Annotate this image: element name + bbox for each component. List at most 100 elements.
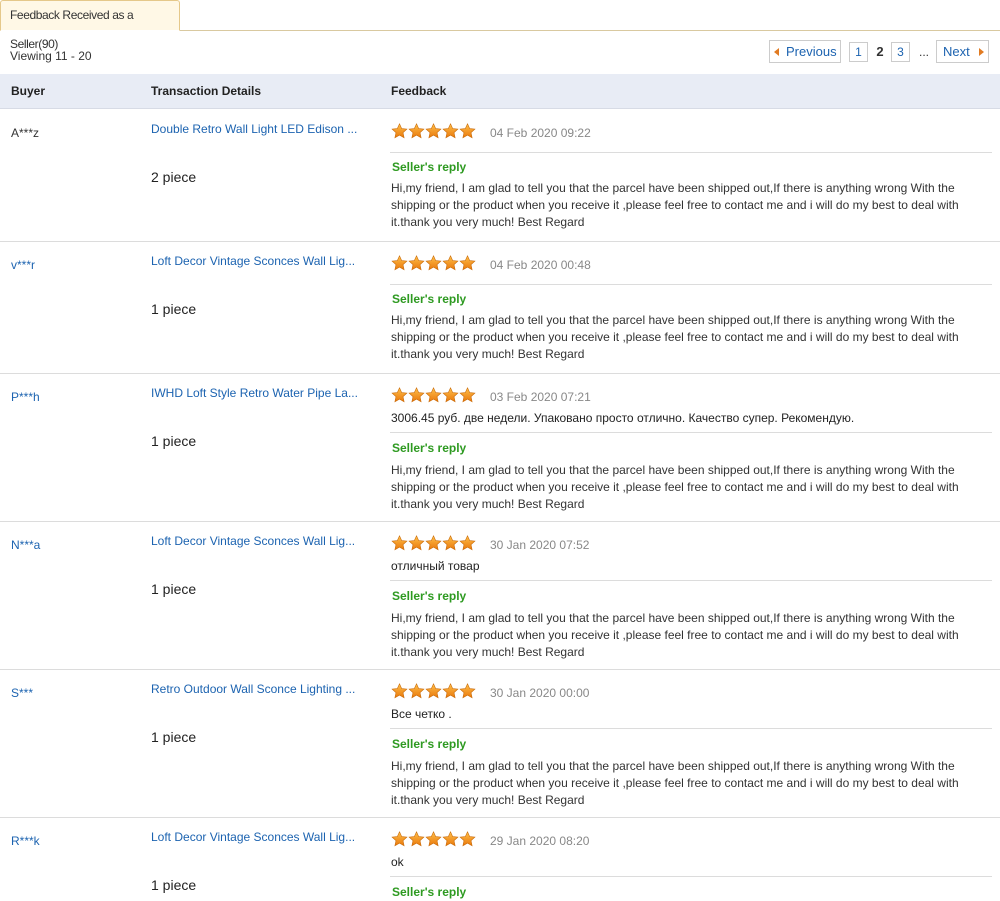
star-icon	[408, 683, 425, 699]
seller-reply-label: Seller's reply	[392, 737, 467, 751]
star-icon	[425, 831, 442, 847]
table-row: S*** Retro Outdoor Wall Sconce Lighting .…	[0, 670, 1000, 818]
quantity: 1 piece	[151, 581, 197, 597]
arrow-right-icon	[978, 47, 984, 56]
feedback-date: 04 Feb 2020 00:48	[490, 258, 591, 272]
seller-reply-text: Hi,my friend, I am glad to tell you that…	[391, 181, 959, 229]
star-icon	[459, 831, 476, 847]
star-icon	[408, 535, 425, 551]
column-transaction-details: Transaction Details	[151, 84, 262, 98]
table-row: N***a Loft Decor Vintage Sconces Wall Lig…	[0, 522, 1000, 670]
product-link[interactable]: IWHD Loft Style Retro Water Pipe La...	[151, 386, 381, 400]
seller-reply-label: Seller's reply	[392, 885, 467, 899]
star-icon	[408, 831, 425, 847]
seller-reply-text: Hi,my friend, I am glad to tell you that…	[391, 759, 959, 807]
seller-reply-label: Seller's reply	[392, 160, 467, 174]
page-1-link[interactable]: 1	[849, 41, 868, 62]
next-label: Next	[943, 44, 970, 59]
table-row: R***k Loft Decor Vintage Sconces Wall Lig…	[0, 818, 1000, 901]
star-icon	[442, 831, 459, 847]
buyer-name[interactable]: N***a	[11, 538, 40, 552]
divider	[390, 580, 992, 581]
divider	[390, 876, 992, 877]
buyer-comment: Все четко .	[391, 707, 452, 721]
star-icon	[408, 255, 425, 271]
next-page-button[interactable]: Next	[936, 40, 989, 63]
star-icon	[459, 255, 476, 271]
table-row: A***z Double Retro Wall Light LED Edison …	[0, 110, 1000, 242]
quantity: 1 piece	[151, 301, 197, 317]
quantity: 1 piece	[151, 729, 197, 745]
star-icon	[408, 387, 425, 403]
previous-label: Previous	[786, 44, 837, 59]
table-row: P***h IWHD Loft Style Retro Water Pipe La…	[0, 374, 1000, 522]
star-icon	[459, 387, 476, 403]
seller-reply-label: Seller's reply	[392, 441, 467, 455]
star-rating	[391, 123, 476, 141]
feedback-date: 03 Feb 2020 07:21	[490, 390, 591, 404]
pagination: Previous 1 2 3 ... Next	[769, 40, 989, 63]
star-icon	[425, 123, 442, 139]
star-icon	[442, 387, 459, 403]
star-icon	[408, 123, 425, 139]
feedback-date: 30 Jan 2020 07:52	[490, 538, 590, 552]
viewing-range: Viewing 11 - 20	[10, 49, 92, 63]
quantity: 1 piece	[151, 877, 197, 893]
buyer-name[interactable]: S***	[11, 686, 33, 700]
star-icon	[391, 255, 408, 271]
feedback-date: 29 Jan 2020 08:20	[490, 834, 590, 848]
seller-reply-label: Seller's reply	[392, 292, 467, 306]
tab-feedback-received[interactable]: Feedback Received as a Seller(90)	[0, 0, 180, 51]
previous-page-button[interactable]: Previous	[769, 40, 841, 63]
star-icon	[442, 255, 459, 271]
star-rating	[391, 255, 476, 273]
buyer-name[interactable]: P***h	[11, 390, 40, 404]
buyer-name: A***z	[11, 126, 40, 140]
buyer-name[interactable]: R***k	[11, 834, 40, 848]
star-icon	[391, 123, 408, 139]
star-rating	[391, 387, 476, 405]
page-3-link[interactable]: 3	[891, 41, 910, 62]
star-icon	[391, 535, 408, 551]
column-buyer: Buyer	[11, 84, 46, 98]
star-icon	[442, 123, 459, 139]
divider	[390, 728, 992, 729]
pagination-ellipsis: ...	[918, 44, 929, 59]
star-icon	[425, 255, 442, 271]
product-link[interactable]: Loft Decor Vintage Sconces Wall Lig...	[151, 254, 381, 268]
star-icon	[442, 535, 459, 551]
product-link[interactable]: Double Retro Wall Light LED Edison ...	[151, 122, 381, 136]
quantity: 1 piece	[151, 433, 197, 449]
divider	[390, 432, 992, 433]
buyer-name[interactable]: v***r	[11, 258, 35, 272]
divider	[390, 284, 992, 285]
product-link[interactable]: Loft Decor Vintage Sconces Wall Lig...	[151, 830, 381, 844]
star-icon	[425, 387, 442, 403]
product-link[interactable]: Retro Outdoor Wall Sconce Lighting ...	[151, 682, 381, 696]
arrow-left-icon	[774, 47, 779, 56]
star-icon	[459, 683, 476, 699]
quantity: 2 piece	[151, 169, 197, 185]
table-header: Buyer Transaction Details Feedback	[0, 74, 1000, 109]
page-2-current: 2	[876, 43, 884, 59]
star-rating	[391, 831, 476, 849]
table-row: v***r Loft Decor Vintage Sconces Wall Lig…	[0, 242, 1000, 374]
buyer-comment: отличный товар	[391, 559, 480, 573]
star-icon	[459, 123, 476, 139]
star-icon	[459, 535, 476, 551]
divider	[390, 152, 992, 153]
star-icon	[425, 683, 442, 699]
star-rating	[391, 683, 476, 701]
feedback-date: 30 Jan 2020 00:00	[490, 686, 590, 700]
star-rating	[391, 535, 476, 553]
seller-reply-text: Hi,my friend, I am glad to tell you that…	[391, 313, 959, 361]
feedback-date: 04 Feb 2020 09:22	[490, 126, 591, 140]
star-icon	[391, 387, 408, 403]
star-icon	[425, 535, 442, 551]
product-link[interactable]: Loft Decor Vintage Sconces Wall Lig...	[151, 534, 381, 548]
seller-reply-label: Seller's reply	[392, 589, 467, 603]
column-feedback: Feedback	[391, 84, 447, 98]
buyer-comment: 3006.45 руб. две недели. Упаковано прост…	[391, 411, 855, 425]
tab-bar: Feedback Received as a Seller(90)	[0, 0, 1000, 51]
star-icon	[442, 683, 459, 699]
